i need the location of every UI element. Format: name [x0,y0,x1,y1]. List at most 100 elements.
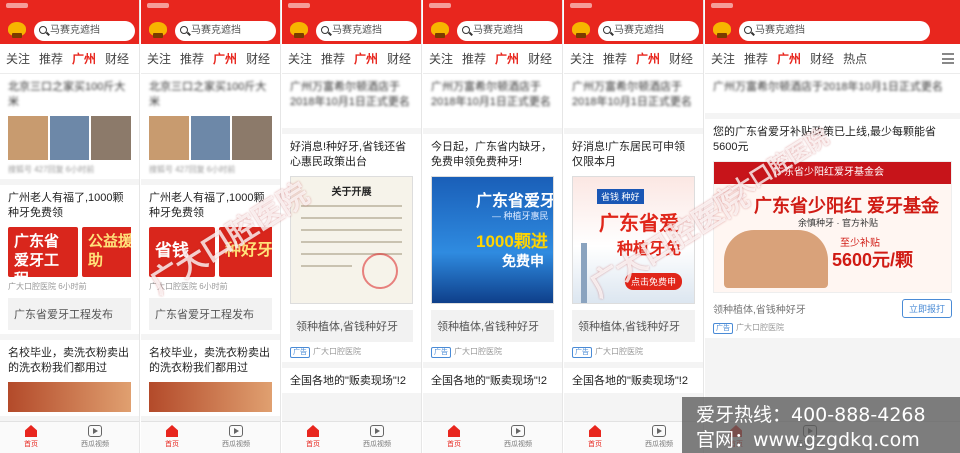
ad-tagline: 广东省爱牙工程发布 [8,298,131,330]
news-feed[interactable]: 广州万富希尔顿酒店于2018年10月1日正式更名 好消息!种好牙,省钱还省心惠民… [282,74,421,421]
app-logo-icon[interactable] [568,20,594,38]
tab-finance[interactable]: 财经 [387,44,411,73]
ad-card[interactable]: 您的广东省爱牙补贴政策已上线,最少每颗能省5600元 广东省少阳红爱牙基金会 广… [705,119,960,338]
news-card[interactable]: 广州万富希尔顿酒店于2018年10月1日正式更名 [564,74,703,128]
tab-hot[interactable]: 热点 [843,44,867,73]
tab-guangzhou[interactable]: 广州 [777,44,801,73]
tab-follow[interactable]: 关注 [6,44,30,73]
phone-screen-2: 马赛克遮挡 关注 推荐 广州 财经 北京三口之家买100斤大米 搜狐号 427回复 6… [141,0,281,453]
ad-card[interactable]: 今日起，广东省内缺牙，免费申领免费种牙! 广东省爱牙 — 种植牙惠民 1000颗… [423,134,562,362]
channel-tabs: 关注 推荐 广州 财经 [141,44,280,74]
nav-video[interactable]: 西瓜视频 [352,425,402,449]
news-meta [290,114,413,124]
status-bar [429,3,451,8]
app-logo-icon[interactable] [4,20,30,38]
news-feed[interactable]: 广州万富希尔顿酒店于2018年10月1日正式更名 今日起，广东省内缺牙，免费申领… [423,74,562,421]
tab-follow[interactable]: 关注 [429,44,453,73]
hotline-overlay: 爱牙热线：400-888-4268 官网：www.gzgdkq.com [682,397,960,453]
nav-home[interactable]: 首页 [288,425,338,449]
tab-recommend[interactable]: 推荐 [321,44,345,73]
news-headline: 名校毕业，卖洗衣粉卖出的洗衣粉我们都用过 [149,347,270,374]
news-card[interactable]: 广州万富希尔顿酒店于2018年10月1日正式更名 [705,74,960,113]
news-headline: 北京三口之家买100斤大米 [8,81,126,108]
search-input[interactable]: 马赛克遮挡 [34,21,135,41]
doc-title: 关于开展 [331,187,372,198]
tab-finance[interactable]: 财经 [105,44,129,73]
ad-image-button[interactable]: 点击免费申 [625,273,683,290]
app-header: 马赛克遮挡 [141,0,280,44]
ad-card[interactable]: 广州老人有福了,1000颗种牙免费领 省钱 种好牙 广大口腔医院 6小时前 广东… [141,185,280,334]
tab-finance[interactable]: 财经 [246,44,270,73]
tab-recommend[interactable]: 推荐 [180,44,204,73]
nav-video[interactable]: 西瓜视频 [634,425,684,449]
news-card[interactable]: 北京三口之家买100斤大米 搜狐号 427回复 6小时前 [141,74,280,179]
news-card[interactable]: 名校毕业，卖洗衣粉卖出的洗衣粉我们都用过 [0,340,139,416]
ad-card[interactable]: 广州老人有福了,1000颗种牙免费领 广东省爱牙工程 公益援助 广大口腔医院 6… [0,185,139,334]
tab-finance[interactable]: 财经 [528,44,552,73]
search-input[interactable]: 马赛克遮挡 [316,21,417,41]
ad-caption: 领种植体,省钱种好牙 [431,310,554,342]
news-headline: 全国各地的"贩卖现场"!2 [290,375,406,387]
news-feed[interactable]: 北京三口之家买100斤大米 搜狐号 427回复 6小时前 广州老人有福了,100… [0,74,139,421]
news-card[interactable]: 全国各地的"贩卖现场"!2 [564,368,703,393]
apply-button[interactable]: 立即报打 [901,299,952,318]
tab-follow[interactable]: 关注 [570,44,594,73]
ad-banner: 种好牙 [219,227,272,277]
nav-video[interactable]: 西瓜视频 [493,425,543,449]
city-skyline [581,243,587,303]
tab-guangzhou[interactable]: 广州 [495,44,519,73]
play-icon [370,425,384,437]
news-card[interactable]: 广州万富希尔顿酒店于2018年10月1日正式更名 [423,74,562,128]
nav-home[interactable]: 首页 [147,425,197,449]
nav-home[interactable]: 首页 [6,425,56,449]
tab-guangzhou[interactable]: 广州 [72,44,96,73]
news-feed[interactable]: 北京三口之家买100斤大米 搜狐号 427回复 6小时前 广州老人有福了,100… [141,74,280,421]
ad-banner: 公益援助 [82,227,131,277]
search-placeholder: 马赛克遮挡 [473,25,523,36]
ad-price: 5600元/颗 [832,250,914,270]
ad-image-header: 广东省少阳红爱牙基金会 [714,162,951,184]
news-card[interactable]: 全国各地的"贩卖现场"!2 [423,368,562,393]
ad-card[interactable]: 好消息!种好牙,省钱还省心惠民政策出台 关于开展 领种植体,省钱种好牙 广告 广大… [282,134,421,362]
tab-follow[interactable]: 关注 [288,44,312,73]
screenshot-collage: 马赛克遮挡 关注 推荐 广州 财经 北京三口之家买100斤大米 搜狐号 427回复 6… [0,0,960,453]
tab-recommend[interactable]: 推荐 [603,44,627,73]
tab-guangzhou[interactable]: 广州 [636,44,660,73]
app-logo-icon[interactable] [427,20,453,38]
nav-home[interactable]: 首页 [570,425,620,449]
ad-source: 广大口腔医院 [595,347,643,356]
ad-image-free: 免费申 [502,253,544,269]
search-input[interactable]: 马赛克遮挡 [175,21,276,41]
tab-recommend[interactable]: 推荐 [744,44,768,73]
tab-finance[interactable]: 财经 [810,44,834,73]
nav-home[interactable]: 首页 [429,425,479,449]
home-icon [25,425,37,437]
tab-follow[interactable]: 关注 [147,44,171,73]
tab-recommend[interactable]: 推荐 [462,44,486,73]
nav-video[interactable]: 西瓜视频 [211,425,261,449]
news-card[interactable]: 名校毕业，卖洗衣粉卖出的洗衣粉我们都用过 [141,340,280,416]
search-input[interactable]: 马赛克遮挡 [457,21,558,41]
tab-finance[interactable]: 财经 [669,44,693,73]
search-input[interactable]: 马赛克遮挡 [739,21,930,41]
phone-screen-5: 马赛克遮挡 关注 推荐 广州 财经 广州万富希尔顿酒店于2018年10月1日正式更名 … [564,0,704,453]
menu-icon[interactable] [942,53,954,64]
tab-guangzhou[interactable]: 广州 [354,44,378,73]
news-card[interactable]: 北京三口之家买100斤大米 搜狐号 427回复 6小时前 [0,74,139,179]
app-logo-icon[interactable] [145,20,171,38]
channel-tabs: 关注 推荐 广州 财经 [282,44,421,74]
search-input[interactable]: 马赛克遮挡 [598,21,699,41]
news-card[interactable]: 全国各地的"贩卖现场"!2 [282,368,421,393]
news-feed[interactable]: 广州万富希尔顿酒店于2018年10月1日正式更名 您的广东省爱牙补贴政策已上线,… [705,74,960,421]
channel-tabs: 关注 推荐 广州 财经 热点 [705,44,960,74]
app-logo-icon[interactable] [286,20,312,38]
ad-card[interactable]: 好消息!广东居民可申领仅限本月 省钱 种好 广东省爱 种植牙免 点击免费申 领种… [564,134,703,362]
news-card[interactable]: 广州万富希尔顿酒店于2018年10月1日正式更名 [282,74,421,128]
news-headline: 全国各地的"贩卖现场"!2 [431,375,547,387]
news-feed[interactable]: 广州万富希尔顿酒店于2018年10月1日正式更名 好消息!广东居民可申领仅限本月… [564,74,703,421]
tab-guangzhou[interactable]: 广州 [213,44,237,73]
nav-video[interactable]: 西瓜视频 [70,425,120,449]
app-logo-icon[interactable] [709,20,735,38]
tab-recommend[interactable]: 推荐 [39,44,63,73]
tab-follow[interactable]: 关注 [711,44,735,73]
